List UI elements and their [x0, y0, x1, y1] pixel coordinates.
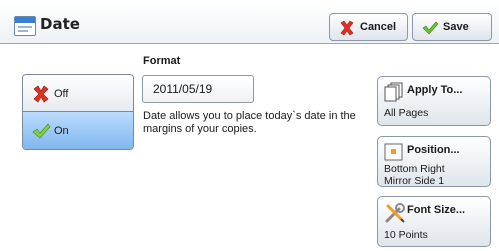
- off-x-icon: [33, 85, 49, 103]
- page-title: Date: [40, 15, 80, 33]
- position-value-line1: Bottom Right: [384, 163, 445, 175]
- apply-to-value: All Pages: [384, 107, 429, 119]
- title-bar: Date Cancel Save: [0, 0, 499, 44]
- date-format-field[interactable]: 2011/05/19: [142, 75, 254, 103]
- font-size-title: Font Size...: [407, 204, 466, 216]
- off-label: Off: [54, 88, 69, 100]
- font-size-button[interactable]: Font Size... 10 Points: [377, 196, 491, 247]
- apply-to-title: Apply To...: [407, 84, 463, 96]
- off-button[interactable]: Off: [23, 75, 133, 112]
- on-label: On: [54, 125, 69, 137]
- cancel-label: Cancel: [360, 21, 397, 33]
- position-value: Bottom Right Mirror Side 1: [384, 163, 445, 187]
- font-size-value: 10 Points: [384, 229, 428, 241]
- cancel-x-icon: [340, 20, 354, 36]
- save-button[interactable]: Save: [412, 13, 492, 41]
- save-check-icon: [422, 21, 439, 35]
- on-check-icon: [32, 123, 51, 139]
- on-button[interactable]: On: [23, 112, 133, 149]
- apply-to-button[interactable]: Apply To... All Pages: [377, 76, 491, 126]
- position-title: Position...: [407, 144, 460, 156]
- position-button[interactable]: Position... Bottom Right Mirror Side 1: [377, 136, 491, 187]
- date-toggle-group: Off On: [22, 74, 134, 150]
- calendar-icon: [14, 16, 36, 36]
- save-label: Save: [443, 21, 469, 33]
- cancel-button[interactable]: Cancel: [329, 13, 408, 41]
- position-value-line2: Mirror Side 1: [384, 175, 445, 187]
- position-icon: [384, 143, 403, 161]
- format-description: Date allows you to place today`s date in…: [143, 110, 356, 135]
- pages-icon: [384, 82, 403, 102]
- wrench-pencil-icon: [385, 203, 405, 223]
- format-label: Format: [143, 55, 181, 67]
